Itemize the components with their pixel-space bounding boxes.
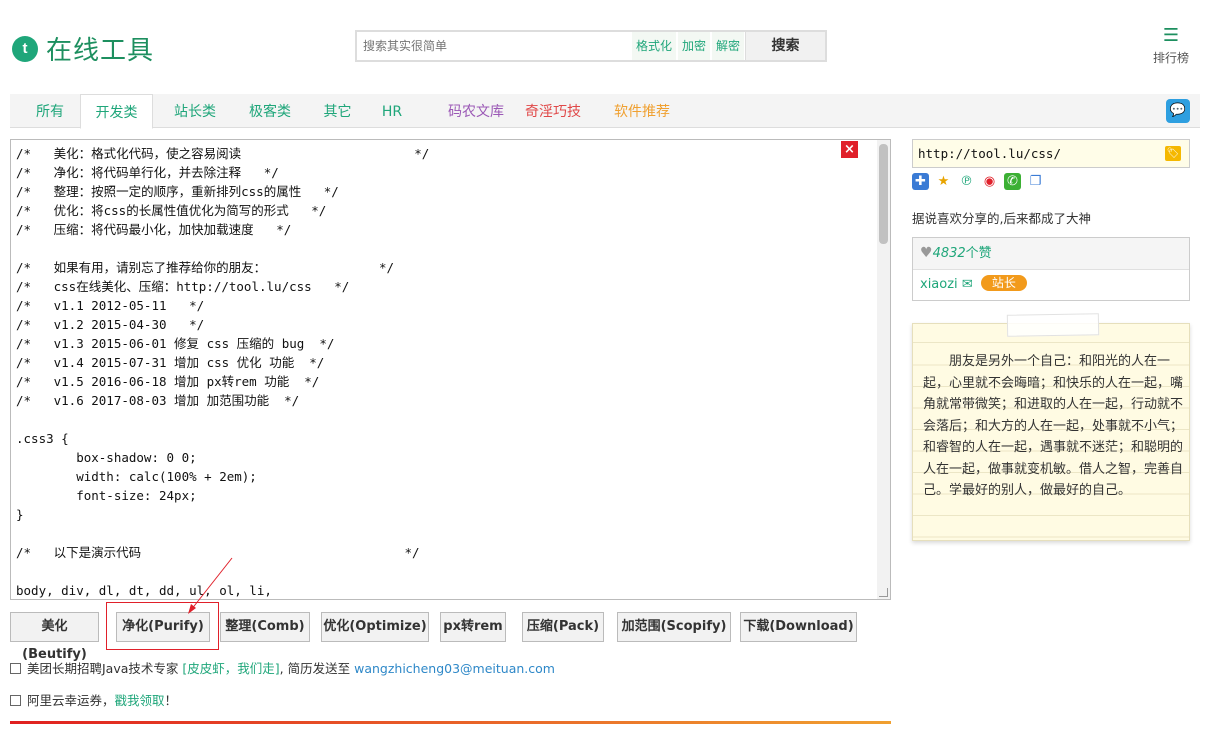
quote-note: 朋友是另外一个自己：和阳光的人在一起，心里就不会晦暗；和快乐的人在一起，嘴角就常… <box>912 313 1190 541</box>
search-tag-decrypt[interactable]: 解密 <box>711 32 744 60</box>
tab-software[interactable]: 软件推荐 <box>604 94 680 128</box>
quote-text: 朋友是另外一个自己：和阳光的人在一起，心里就不会晦暗；和快乐的人在一起，嘴角就常… <box>923 354 1184 498</box>
checkbox-icon <box>10 695 21 706</box>
search-input[interactable] <box>357 32 631 60</box>
tab-tricks[interactable]: 奇淫巧技 <box>515 94 591 128</box>
comb-button[interactable]: 整理(Comb) <box>220 612 310 642</box>
tab-hr[interactable]: HR <box>372 94 412 128</box>
share-qzone-icon[interactable]: ★ <box>935 173 952 190</box>
optimize-button[interactable]: 优化(Optimize) <box>321 612 429 642</box>
heart-icon[interactable]: ♥ <box>920 245 933 261</box>
likes-count: 4832 <box>932 246 966 261</box>
pack-button[interactable]: 压缩(Pack) <box>522 612 604 642</box>
share-copy-icon[interactable]: ❐ <box>1027 173 1044 190</box>
job-notice: 美团长期招聘Java技术专家 [皮皮虾，我们走], 简历发送至 wangzhic… <box>10 658 555 677</box>
share-plus-icon[interactable]: ✚ <box>912 173 929 190</box>
tab-all[interactable]: 所有 <box>26 94 74 128</box>
divider-line <box>10 721 891 724</box>
page-url-box[interactable]: http://tool.lu/css/ 🏷 <box>912 139 1190 168</box>
coupon-notice: 阿里云幸运券，戳我领取！ <box>10 690 177 709</box>
job-link[interactable]: [皮皮虾，我们走] <box>182 661 279 676</box>
role-badge: 站长 <box>980 275 1027 291</box>
share-pinterest-icon[interactable]: ℗ <box>958 173 975 190</box>
px-to-rem-button[interactable]: px转rem <box>440 612 506 642</box>
share-icons: ✚ ★ ℗ ◉ ✆ ❐ <box>912 173 1044 190</box>
author-row: xiaozi ✉ 站长 <box>913 270 1189 300</box>
share-slogan: 据说喜欢分享的,后来都成了大神 <box>912 211 1091 226</box>
list-icon: ☰ <box>1162 25 1180 46</box>
code-textarea[interactable]: /* 美化：格式化代码，使之容易阅读 */ /* 净化：将代码单行化，并去除注释… <box>16 144 429 599</box>
scopify-button[interactable]: 加范围(Scopify) <box>617 612 731 642</box>
tab-webmaster[interactable]: 站长类 <box>160 94 230 128</box>
tab-dev[interactable]: 开发类 <box>80 94 153 129</box>
search-bar: 格式化 加密 解密 搜索 <box>355 30 827 62</box>
author-name[interactable]: xiaozi <box>920 277 958 292</box>
tape-decoration <box>1006 313 1100 337</box>
resize-grip-icon[interactable] <box>879 588 888 597</box>
checkbox-icon <box>10 663 21 674</box>
search-button[interactable]: 搜索 <box>745 32 825 60</box>
page-url[interactable]: http://tool.lu/css/ <box>918 146 1061 161</box>
scrollbar-thumb[interactable] <box>879 144 888 244</box>
purify-highlight-box <box>106 602 219 650</box>
ranking-link[interactable]: ☰ 排行榜 <box>1150 27 1192 66</box>
share-weibo-icon[interactable]: ◉ <box>981 173 998 190</box>
code-editor[interactable]: /* 美化：格式化代码，使之容易阅读 */ /* 净化：将代码单行化，并去除注释… <box>10 139 891 600</box>
search-tag-format[interactable]: 格式化 <box>631 32 676 60</box>
logo-text: 在线工具 <box>46 36 155 66</box>
tag-icon[interactable]: 🏷 <box>1165 146 1181 161</box>
coupon-link[interactable]: 戳我领取 <box>115 693 165 708</box>
tab-geek[interactable]: 极客类 <box>235 94 305 128</box>
mail-icon[interactable]: ✉ <box>962 277 973 292</box>
likes-suffix: 个赞 <box>965 246 992 261</box>
chat-icon[interactable]: 💬 <box>1166 99 1190 123</box>
tab-other[interactable]: 其它 <box>310 94 365 128</box>
search-tag-encrypt[interactable]: 加密 <box>677 32 710 60</box>
likes-panel: ♥4832个赞 xiaozi ✉ 站长 <box>912 237 1190 301</box>
download-button[interactable]: 下载(Download) <box>740 612 857 642</box>
clear-close-icon[interactable]: × <box>841 141 858 158</box>
ranking-label: 排行榜 <box>1152 51 1189 65</box>
beautify-button[interactable]: 美化(Beutify) <box>10 612 99 662</box>
category-nav: 所有 开发类 站长类 极客类 其它 HR 码农文库 奇淫巧技 软件推荐 💬 <box>10 94 1200 129</box>
job-email-link[interactable]: wangzhicheng03@meituan.com <box>354 661 555 676</box>
share-wechat-icon[interactable]: ✆ <box>1004 173 1021 190</box>
site-logo[interactable]: t 在线工具 <box>12 30 154 67</box>
tab-library[interactable]: 码农文库 <box>423 94 529 128</box>
logo-icon: t <box>12 35 38 62</box>
likes-row[interactable]: ♥4832个赞 <box>913 238 1189 270</box>
